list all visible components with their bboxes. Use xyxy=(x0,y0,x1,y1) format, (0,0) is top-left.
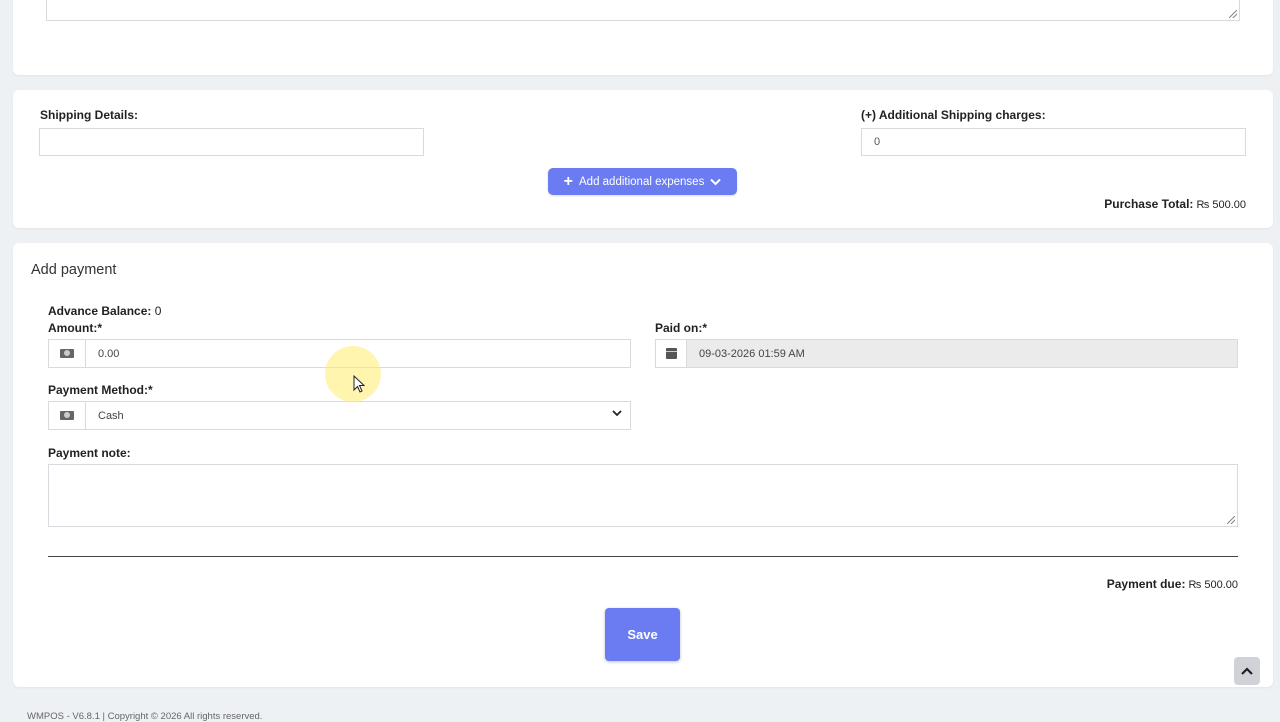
additional-shipping-label: (+) Additional Shipping charges: xyxy=(861,108,1046,122)
add-payment-title: Add payment xyxy=(31,262,117,278)
mouse-cursor-icon xyxy=(353,375,365,393)
payment-note-textarea[interactable] xyxy=(48,464,1238,527)
shipping-details-input[interactable] xyxy=(39,128,424,156)
payment-method-label: Payment Method:* xyxy=(48,383,153,397)
shipping-details-label: Shipping Details: xyxy=(40,108,139,122)
amount-input-group: 0.00 xyxy=(48,339,631,368)
money-icon xyxy=(60,349,74,358)
shipping-card: Shipping Details: (+) Additional Shippin… xyxy=(13,90,1273,228)
chevron-up-icon xyxy=(1241,666,1253,675)
top-card xyxy=(13,0,1273,75)
resize-grip-icon[interactable] xyxy=(1227,516,1235,524)
chevron-down-icon xyxy=(710,178,722,185)
calendar-icon xyxy=(665,348,677,359)
amount-addon xyxy=(49,340,86,367)
paid-on-input-group: 09-03-2026 01:59 AM xyxy=(655,339,1238,368)
paid-on-label: Paid on:* xyxy=(655,321,708,335)
divider xyxy=(48,556,1238,557)
previous-notes-textarea[interactable] xyxy=(46,0,1240,21)
additional-shipping-input[interactable]: 0 xyxy=(861,128,1246,156)
payment-method-group: Cash xyxy=(48,401,631,430)
payment-card: Add payment Advance Balance: 0 Amount:* … xyxy=(13,243,1273,687)
amount-input[interactable]: 0.00 xyxy=(86,340,630,367)
money-icon xyxy=(60,411,74,420)
plus-icon: + xyxy=(563,172,573,190)
save-button[interactable]: Save xyxy=(605,608,680,661)
footer-text: WMPOS - V6.8.1 | Copyright © 2026 All ri… xyxy=(27,711,263,722)
resize-grip-icon[interactable] xyxy=(1229,10,1237,18)
amount-label: Amount:* xyxy=(48,321,102,335)
purchase-total: Purchase Total: ₨ 500.00 xyxy=(1104,197,1246,211)
advance-balance-value: 0 xyxy=(151,304,162,318)
advance-balance-label: Advance Balance: xyxy=(48,304,152,318)
payment-method-value: Cash xyxy=(98,409,124,422)
chevron-down-icon xyxy=(612,410,622,417)
payment-due: Payment due: ₨ 500.00 xyxy=(1107,577,1238,591)
add-additional-expenses-button[interactable]: + Add additional expenses xyxy=(548,168,737,195)
payment-note-label: Payment note: xyxy=(48,446,131,460)
add-expenses-label: Add additional expenses xyxy=(579,175,705,188)
purchase-total-value: ₨ 500.00 xyxy=(1193,199,1246,211)
advance-balance: Advance Balance: 0 xyxy=(48,304,161,318)
purchase-total-label: Purchase Total: xyxy=(1104,197,1194,211)
paid-on-input[interactable]: 09-03-2026 01:59 AM xyxy=(687,340,1237,367)
payment-method-addon xyxy=(49,402,86,429)
payment-due-value: ₨ 500.00 xyxy=(1185,579,1238,591)
payment-method-select[interactable]: Cash xyxy=(86,402,630,429)
payment-due-label: Payment due: xyxy=(1106,577,1186,591)
scroll-to-top-button[interactable] xyxy=(1234,657,1260,685)
paid-on-addon xyxy=(656,340,687,367)
